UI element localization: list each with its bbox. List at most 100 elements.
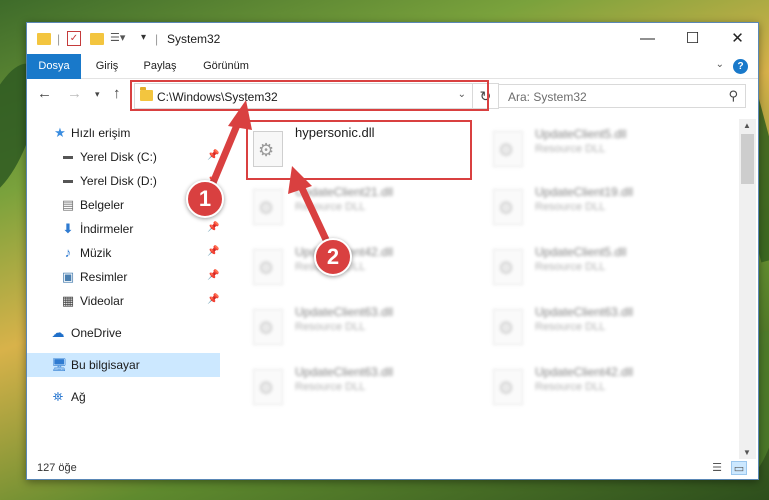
- new-folder-icon[interactable]: [90, 33, 104, 45]
- file-type: Resource DLL: [295, 201, 366, 213]
- dll-file-icon: [253, 369, 283, 405]
- sidebar-item-label: Müzik: [80, 246, 112, 260]
- file-highlight-box: [246, 120, 472, 180]
- scroll-down-icon[interactable]: ▼: [743, 448, 751, 457]
- file-item[interactable]: UpdateClient42.dll Resource DLL: [487, 359, 717, 415]
- vertical-scrollbar[interactable]: ▲ ▼: [739, 119, 756, 459]
- file-name: UpdateClient63.dll: [295, 365, 394, 379]
- dll-file-icon: [493, 249, 523, 285]
- sidebar-item-network[interactable]: ⛯ Ağ: [27, 385, 220, 409]
- customize-toolbar-icon[interactable]: ☰▾: [110, 31, 125, 44]
- dll-file-icon: [253, 309, 283, 345]
- file-explorer-window: | ✓ ☰▾ ▾ | System32 — ☐ ✕ Dosya Giriş Pa…: [26, 22, 759, 480]
- sidebar-item-disk-c[interactable]: ▬ Yerel Disk (C:) 📌: [27, 145, 220, 169]
- quick-access-dropdown-icon[interactable]: ▾: [141, 32, 146, 43]
- file-type: Resource DLL: [295, 381, 366, 393]
- music-icon: ♪: [64, 245, 72, 260]
- dll-file-icon: [493, 369, 523, 405]
- sidebar-item-this-pc[interactable]: 🖥 Bu bilgisayar: [27, 353, 220, 377]
- file-type: Resource DLL: [295, 321, 366, 333]
- maximize-button[interactable]: ☐: [670, 23, 715, 54]
- search-input[interactable]: Ara: System32: [508, 90, 587, 104]
- sidebar-item-label: Videolar: [80, 294, 124, 308]
- help-icon[interactable]: ?: [733, 59, 748, 74]
- search-icon[interactable]: ⚲: [728, 88, 738, 104]
- sidebar-item-videos[interactable]: ▦ Videolar 📌: [27, 289, 220, 313]
- chevron-down-icon[interactable]: ⌄: [716, 59, 724, 70]
- step-2-badge: 2: [314, 238, 352, 276]
- file-type: Resource DLL: [535, 381, 606, 393]
- file-type: Resource DLL: [535, 321, 606, 333]
- tab-dosya[interactable]: Dosya: [27, 54, 81, 79]
- sidebar-item-label: İndirmeler: [80, 222, 134, 236]
- up-arrow-icon[interactable]: ↑: [113, 85, 121, 102]
- scroll-up-icon[interactable]: ▲: [743, 121, 751, 130]
- sidebar-item-label: Hızlı erişim: [71, 126, 131, 140]
- pin-icon[interactable]: 📌: [207, 270, 219, 281]
- sidebar-item-label: Ağ: [71, 390, 86, 404]
- file-item[interactable]: UpdateClient5.dll Resource DLL: [487, 239, 717, 295]
- sidebar-item-label: OneDrive: [71, 326, 122, 340]
- sidebar-item-label: Belgeler: [80, 198, 125, 212]
- file-name: UpdateClient19.dll: [535, 185, 634, 199]
- scroll-thumb[interactable]: [741, 134, 754, 184]
- download-icon: ⬇: [62, 221, 74, 236]
- file-item[interactable]: UpdateClient42.dll Resource DLL: [247, 239, 477, 295]
- file-item[interactable]: UpdateClient63.dll Resource DLL: [247, 359, 477, 415]
- file-item[interactable]: UpdateClient63.dll Resource DLL: [247, 299, 477, 355]
- address-highlight-box: [130, 80, 489, 111]
- file-item[interactable]: UpdateClient63.dll Resource DLL: [487, 299, 717, 355]
- minimize-button[interactable]: —: [625, 23, 670, 54]
- tab-gorunum[interactable]: Görünüm: [195, 54, 257, 79]
- window-title: System32: [167, 32, 221, 46]
- pin-icon[interactable]: 📌: [207, 246, 219, 257]
- drive-c-icon: ▬: [63, 151, 73, 162]
- file-type: Resource DLL: [535, 201, 606, 213]
- sidebar-item-label: Yerel Disk (C:): [80, 150, 157, 164]
- file-name: UpdateClient42.dll: [535, 365, 634, 379]
- file-item[interactable]: UpdateClient19.dll Resource DLL: [487, 179, 717, 235]
- navigation-pane: ★ Hızlı erişim ▬ Yerel Disk (C:) 📌 ▬ Yer…: [27, 119, 222, 459]
- sidebar-item-onedrive[interactable]: ☁ OneDrive: [27, 321, 220, 345]
- file-item[interactable]: UpdateClient5.dll Resource DLL: [487, 121, 717, 177]
- step-1-badge: 1: [186, 180, 224, 218]
- sidebar-item-downloads[interactable]: ⬇ İndirmeler 📌: [27, 217, 220, 241]
- details-view-icon[interactable]: ☰: [709, 461, 725, 475]
- pin-icon[interactable]: 📌: [207, 294, 219, 305]
- star-icon: ★: [54, 125, 66, 140]
- pin-icon[interactable]: 📌: [207, 222, 219, 233]
- sidebar-item-pictures[interactable]: ▣ Resimler 📌: [27, 265, 220, 289]
- file-type: Resource DLL: [535, 261, 606, 273]
- sidebar-item-label: Resimler: [80, 270, 128, 284]
- sidebar-item-label: Bu bilgisayar: [71, 358, 140, 372]
- tab-paylas[interactable]: Paylaş: [135, 54, 185, 79]
- sidebar-item-label: Yerel Disk (D:): [80, 174, 157, 188]
- drive-d-icon: ▬: [63, 175, 73, 186]
- separator: |: [57, 32, 61, 46]
- file-name: UpdateClient63.dll: [535, 305, 634, 319]
- forward-arrow-icon[interactable]: →: [67, 85, 82, 102]
- computer-icon: 🖥: [51, 357, 68, 372]
- search-box[interactable]: Ara: System32 ⚲: [498, 84, 746, 108]
- tab-giris[interactable]: Giriş: [85, 54, 129, 79]
- large-icons-view-icon[interactable]: ▭: [731, 461, 747, 475]
- back-arrow-icon[interactable]: ←: [37, 85, 52, 102]
- file-name: UpdateClient63.dll: [295, 305, 394, 319]
- properties-icon[interactable]: ✓: [67, 31, 81, 46]
- file-name: UpdateClient21.dll: [295, 185, 394, 199]
- dll-file-icon: [253, 189, 283, 225]
- file-item[interactable]: UpdateClient21.dll Resource DLL: [247, 179, 477, 235]
- ribbon-tabs: Dosya Giriş Paylaş Görünüm ⌄ ?: [27, 54, 758, 79]
- file-type: Resource DLL: [535, 143, 606, 155]
- title-bar: | ✓ ☰▾ ▾ | System32 — ☐ ✕: [27, 23, 758, 54]
- file-name: UpdateClient5.dll: [535, 127, 627, 141]
- network-icon: ⛯: [52, 389, 64, 404]
- documents-icon: ▤: [61, 197, 75, 212]
- sidebar-item-music[interactable]: ♪ Müzik 📌: [27, 241, 220, 265]
- file-name: UpdateClient5.dll: [535, 245, 627, 259]
- sidebar-item-quick-access[interactable]: ★ Hızlı erişim: [27, 121, 220, 145]
- dll-file-icon: [493, 131, 523, 167]
- close-button[interactable]: ✕: [715, 23, 760, 54]
- recent-locations-icon[interactable]: ▾: [95, 89, 100, 100]
- pin-icon[interactable]: 📌: [207, 150, 219, 161]
